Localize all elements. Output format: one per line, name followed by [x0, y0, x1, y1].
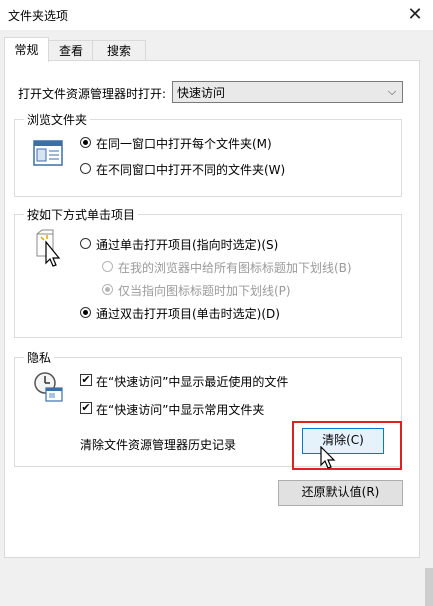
radio-same-window[interactable]: [80, 137, 91, 148]
restore-defaults-button[interactable]: 还原默认值(R): [278, 480, 403, 506]
click-items-legend: 按如下方式单击项目: [24, 206, 139, 223]
mouse-cursor-icon: [320, 446, 336, 469]
privacy-icon: [34, 372, 63, 402]
checkbox-frequent-folders[interactable]: ✔: [80, 402, 92, 414]
radio-underline-all: [102, 261, 113, 272]
close-icon[interactable]: ✕: [402, 2, 428, 28]
privacy-legend: 隐私: [24, 349, 55, 366]
folder-window-icon: [33, 140, 63, 166]
label-recent-files[interactable]: 在“快速访问”中显示最近使用的文件: [96, 373, 288, 390]
tab-view[interactable]: 查看: [48, 40, 94, 61]
clear-button[interactable]: 清除(C): [302, 428, 384, 454]
radio-single-click[interactable]: [80, 238, 91, 249]
radio-double-click[interactable]: [80, 307, 91, 318]
label-frequent-folders[interactable]: 在“快速访问”中显示常用文件夹: [96, 401, 264, 418]
single-click-icon: [36, 229, 61, 267]
open-in-dropdown[interactable]: 快速访问 ⌵: [172, 81, 403, 103]
label-same-window[interactable]: 在同一窗口中打开每个文件夹(M): [96, 135, 272, 152]
tab-search[interactable]: 搜索: [92, 40, 146, 61]
label-clear-history: 清除文件资源管理器历史记录: [80, 438, 237, 452]
window-title: 文件夹选项: [8, 9, 69, 23]
scrollbar-thumb[interactable]: [425, 568, 433, 606]
label-underline-point: 仅当指向图标标题时加下划线(P): [118, 284, 291, 298]
label-double-click[interactable]: 通过双击打开项目(单击时选定)(D): [96, 305, 280, 322]
browse-folders-legend: 浏览文件夹: [24, 111, 91, 128]
title-bar: 文件夹选项 ✕: [0, 0, 433, 30]
open-in-value: 快速访问: [177, 86, 226, 100]
browse-folders-group: [14, 119, 402, 197]
label-underline-all: 在我的浏览器中给所有图标标题加下划线(B): [118, 261, 352, 275]
tab-general[interactable]: 常规: [4, 37, 49, 62]
radio-new-window[interactable]: [80, 163, 91, 174]
radio-underline-point: [102, 284, 113, 295]
checkbox-recent-files[interactable]: ✔: [80, 374, 92, 386]
label-single-click[interactable]: 通过单击打开项目(指向时选定)(S): [96, 236, 278, 253]
combo-arrow-icon: ⌵: [387, 85, 397, 98]
open-in-label: 打开文件资源管理器时打开:: [18, 87, 167, 101]
label-new-window[interactable]: 在不同窗口中打开不同的文件夹(W): [96, 161, 285, 178]
